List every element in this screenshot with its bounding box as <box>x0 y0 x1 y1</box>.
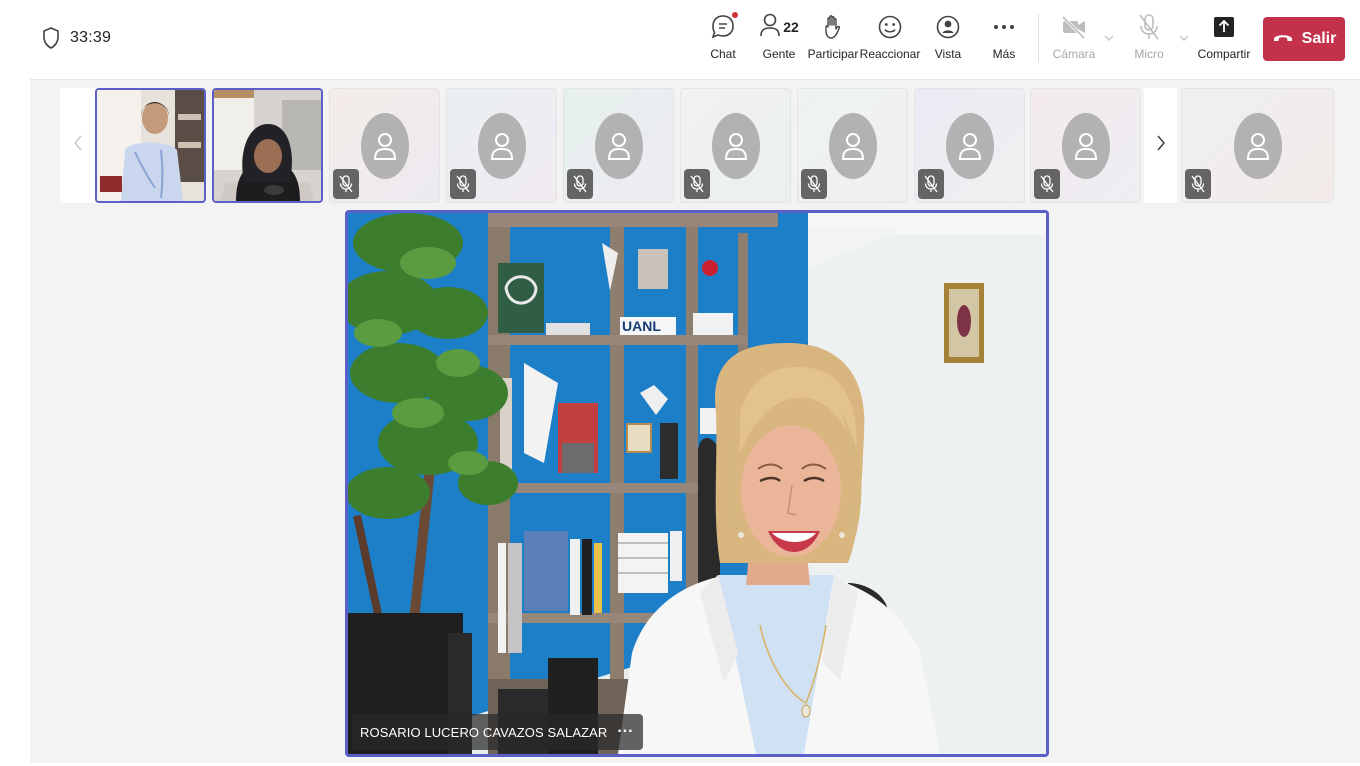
participant-avatar-tile[interactable] <box>680 88 791 203</box>
mic-off-icon <box>567 169 593 199</box>
gallery-prev-button[interactable] <box>60 88 95 203</box>
participant-avatar-tile[interactable] <box>797 88 908 203</box>
participant-avatar-tile[interactable] <box>563 88 674 203</box>
participant-avatar-tile[interactable] <box>329 88 440 203</box>
shield-icon <box>42 27 60 49</box>
person-avatar-icon <box>360 112 409 179</box>
react-label: Reaccionar <box>859 47 921 61</box>
toolbar-divider <box>1038 14 1039 62</box>
participant-avatar-tile[interactable] <box>1030 88 1141 203</box>
participant-video-feed <box>214 90 321 201</box>
person-avatar-icon <box>711 112 760 179</box>
react-button[interactable]: Reaccionar <box>860 10 920 70</box>
people-icon-group: 22 <box>759 10 799 44</box>
main-speaker-video[interactable]: UANL ROSARIO LUCERO CAVAZOS SALAZAR ··· <box>345 210 1049 757</box>
camera-button[interactable]: Cámara <box>1052 10 1096 70</box>
mic-off-icon <box>801 169 827 199</box>
participant-video-feed <box>97 90 204 201</box>
people-count: 22 <box>783 19 799 35</box>
share-button[interactable]: Compartir <box>1198 10 1250 70</box>
person-avatar-icon <box>1061 112 1110 179</box>
speaker-name-tag: ROSARIO LUCERO CAVAZOS SALAZAR ··· <box>352 714 644 750</box>
more-horizontal-icon <box>993 10 1015 44</box>
mic-off-icon <box>1034 169 1060 199</box>
speaker-name: ROSARIO LUCERO CAVAZOS SALAZAR <box>360 724 608 740</box>
notification-dot <box>732 12 738 18</box>
gallery-next-button[interactable] <box>1144 88 1177 203</box>
chevron-left-icon <box>73 134 83 157</box>
camera-label: Cámara <box>1052 47 1096 61</box>
camera-off-icon <box>1060 10 1088 44</box>
meeting-stage: UANL ROSARIO LUCERO CAVAZOS SALAZAR ··· <box>30 80 1360 763</box>
people-label: Gente <box>762 47 796 61</box>
chevron-right-icon <box>1156 134 1166 157</box>
leave-label: Salir <box>1301 30 1337 47</box>
participant-video-tile[interactable] <box>95 88 206 203</box>
raise-hand-label: Participar <box>807 47 859 61</box>
chat-button[interactable]: Chat <box>705 10 741 70</box>
mic-off-icon <box>1137 10 1161 44</box>
raise-hand-button[interactable]: Participar <box>807 10 859 70</box>
mic-off-icon <box>918 169 944 199</box>
participant-avatar-tile[interactable] <box>1181 88 1334 203</box>
meeting-window: 33:39 Chat 22 Gente Participar Reacciona… <box>0 0 1360 766</box>
person-avatar-icon <box>594 112 643 179</box>
mic-label: Micro <box>1134 47 1164 61</box>
people-button[interactable]: 22 Gente <box>757 10 801 70</box>
mic-off-icon <box>684 169 710 199</box>
participant-avatar-tile[interactable] <box>446 88 557 203</box>
raise-hand-icon <box>822 10 844 44</box>
more-label: Más <box>992 47 1016 61</box>
mic-options-chevron-icon[interactable] <box>1178 30 1190 48</box>
timer-text: 33:39 <box>70 29 112 46</box>
participant-options-more-icon[interactable]: ··· <box>617 723 633 741</box>
mic-off-icon <box>333 169 359 199</box>
camera-options-chevron-icon[interactable] <box>1103 30 1115 48</box>
person-avatar-icon <box>945 112 994 179</box>
mic-button[interactable]: Micro <box>1134 10 1164 70</box>
participant-video-tile[interactable] <box>212 88 323 203</box>
person-avatar-icon <box>477 112 526 179</box>
share-label: Compartir <box>1197 47 1251 61</box>
people-icon <box>759 12 781 43</box>
meeting-toolbar: 33:39 Chat 22 Gente Participar Reacciona… <box>30 0 1360 80</box>
shelf-uanl-text: UANL <box>622 318 661 334</box>
view-label: Vista <box>934 47 962 61</box>
hang-up-phone-icon <box>1272 30 1294 48</box>
speaker-video-feed: UANL <box>348 213 1046 754</box>
leave-button[interactable]: Salir <box>1263 17 1345 61</box>
more-button[interactable]: Más <box>989 10 1019 70</box>
participant-avatar-tile[interactable] <box>914 88 1025 203</box>
chat-icon <box>710 10 738 44</box>
mic-off-icon <box>1185 169 1211 199</box>
meeting-timer: 33:39 <box>42 27 111 49</box>
smiley-icon <box>877 10 903 44</box>
mic-off-icon <box>450 169 476 199</box>
person-avatar-icon <box>828 112 877 179</box>
person-avatar-icon <box>1233 112 1282 179</box>
chat-label: Chat <box>710 47 736 61</box>
share-upload-icon <box>1212 10 1236 44</box>
view-icon <box>935 10 961 44</box>
view-button[interactable]: Vista <box>932 10 964 70</box>
